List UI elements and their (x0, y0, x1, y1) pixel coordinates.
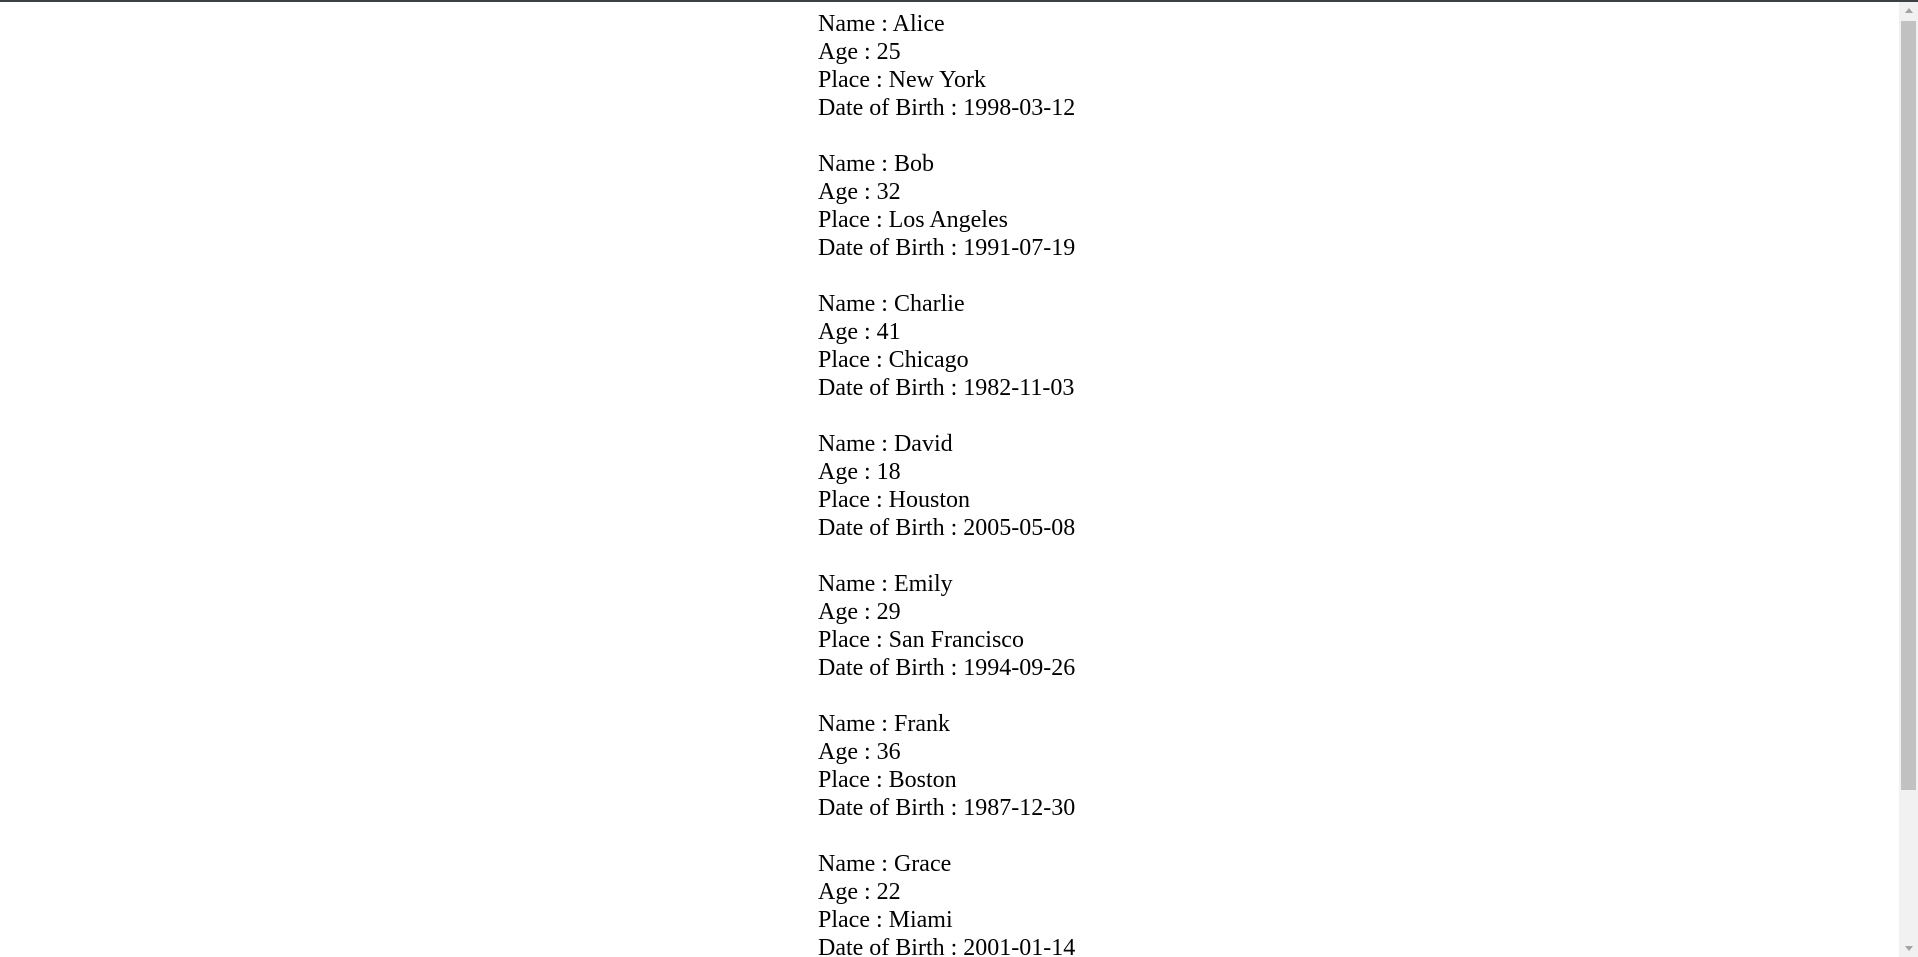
person-name: Name : Grace (818, 851, 952, 877)
person-name: Name : Emily (818, 571, 953, 597)
person-place: Place : Chicago (818, 347, 969, 373)
person-name: Name : David (818, 431, 953, 457)
page-viewport: Name : Alice Age : 25 Place : New York D… (0, 2, 1899, 957)
person-place: Place : San Francisco (818, 627, 1024, 653)
person-name: Name : Alice (818, 11, 945, 37)
person-place: Place : Miami (818, 907, 953, 933)
person-age: Age : 32 (818, 179, 901, 205)
person-name: Name : Frank (818, 711, 950, 737)
person-name: Name : Charlie (818, 291, 965, 317)
person-date-of-birth: Date of Birth : 1987-12-30 (818, 795, 1076, 821)
person-place: Place : Boston (818, 767, 957, 793)
person-age: Age : 25 (818, 39, 901, 65)
person-date-of-birth: Date of Birth : 1991-07-19 (818, 235, 1076, 261)
person-place: Place : Los Angeles (818, 207, 1008, 233)
arrow-up-icon[interactable] (1899, 2, 1918, 19)
person-entry: Name : David Age : 18 Place : Houston Da… (818, 430, 1075, 542)
person-place: Place : New York (818, 67, 986, 93)
person-age: Age : 36 (818, 739, 901, 765)
person-entry: Name : Alice Age : 25 Place : New York D… (818, 10, 1075, 122)
person-age: Age : 41 (818, 319, 901, 345)
person-date-of-birth: Date of Birth : 1982-11-03 (818, 375, 1075, 401)
person-age: Age : 29 (818, 599, 901, 625)
person-age: Age : 22 (818, 879, 901, 905)
people-list: Name : Alice Age : 25 Place : New York D… (818, 10, 1075, 957)
person-entry: Name : Bob Age : 32 Place : Los Angeles … (818, 150, 1075, 262)
arrow-down-icon[interactable] (1899, 940, 1918, 957)
person-entry: Name : Frank Age : 36 Place : Boston Dat… (818, 710, 1075, 822)
vertical-scrollbar[interactable] (1899, 2, 1918, 957)
scrollbar-thumb[interactable] (1901, 21, 1916, 790)
person-entry: Name : Charlie Age : 41 Place : Chicago … (818, 290, 1075, 402)
person-date-of-birth: Date of Birth : 1994-09-26 (818, 655, 1076, 681)
person-date-of-birth: Date of Birth : 1998-03-12 (818, 95, 1076, 121)
person-entry: Name : Emily Age : 29 Place : San Franci… (818, 570, 1075, 682)
person-date-of-birth: Date of Birth : 2005-05-08 (818, 515, 1076, 541)
person-place: Place : Houston (818, 487, 970, 513)
person-entry: Name : Grace Age : 22 Place : Miami Date… (818, 850, 1075, 957)
person-name: Name : Bob (818, 151, 934, 177)
person-age: Age : 18 (818, 459, 901, 485)
person-date-of-birth: Date of Birth : 2001-01-14 (818, 935, 1076, 957)
